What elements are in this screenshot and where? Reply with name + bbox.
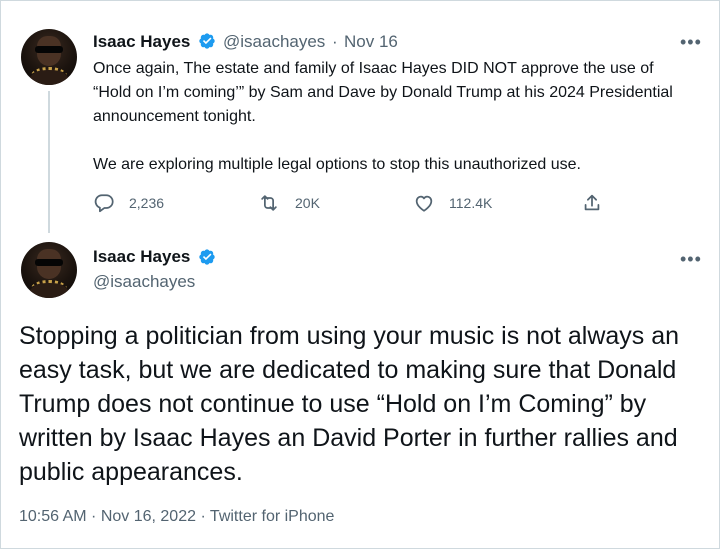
avatar-sunglasses-shape — [35, 46, 63, 53]
avatar[interactable] — [21, 29, 77, 85]
avatar-chain-shape — [31, 280, 67, 297]
heart-icon — [415, 195, 433, 212]
author-name[interactable]: Isaac Hayes — [93, 247, 190, 267]
tweet-body: Stopping a politician from using your mu… — [19, 322, 680, 486]
like-count: 112.4K — [449, 195, 493, 211]
share-icon — [584, 194, 600, 211]
like-button[interactable]: 112.4K — [413, 191, 492, 215]
reply-icon — [94, 194, 114, 213]
author-handle[interactable]: @isaachayes — [93, 272, 195, 292]
tweet-timestamp-source[interactable]: 10:56 AM · Nov 16, 2022 · Twitter for iP… — [19, 508, 334, 526]
tweet-paragraph: We are exploring multiple legal options … — [93, 156, 581, 173]
tweet-body: Once again, The estate and family of Isa… — [93, 57, 693, 177]
reply-count: 2,236 — [129, 195, 165, 211]
reply-button[interactable]: 2,236 — [93, 191, 164, 215]
more-options-icon[interactable]: ••• — [680, 33, 702, 51]
author-name[interactable]: Isaac Hayes — [93, 32, 190, 52]
retweet-icon — [261, 195, 277, 211]
avatar[interactable] — [21, 242, 77, 298]
avatar-sunglasses-shape — [35, 259, 63, 266]
tweet-thread-card: Isaac Hayes @isaachayes · Nov 16 ••• Onc… — [0, 0, 720, 549]
avatar-chain-shape — [31, 67, 67, 84]
retweet-count: 20K — [295, 195, 320, 211]
thread-connector-line — [48, 91, 50, 233]
tweet-date[interactable]: Nov 16 — [344, 32, 398, 52]
verified-badge-icon — [199, 33, 215, 49]
meta-separator: · — [332, 32, 338, 51]
verified-badge-icon — [199, 249, 215, 265]
author-handle[interactable]: @isaachayes — [223, 32, 325, 52]
tweet-paragraph: Once again, The estate and family of Isa… — [93, 60, 673, 125]
more-options-icon[interactable]: ••• — [680, 250, 702, 268]
share-button[interactable] — [581, 191, 603, 215]
retweet-button[interactable]: 20K — [257, 191, 320, 215]
